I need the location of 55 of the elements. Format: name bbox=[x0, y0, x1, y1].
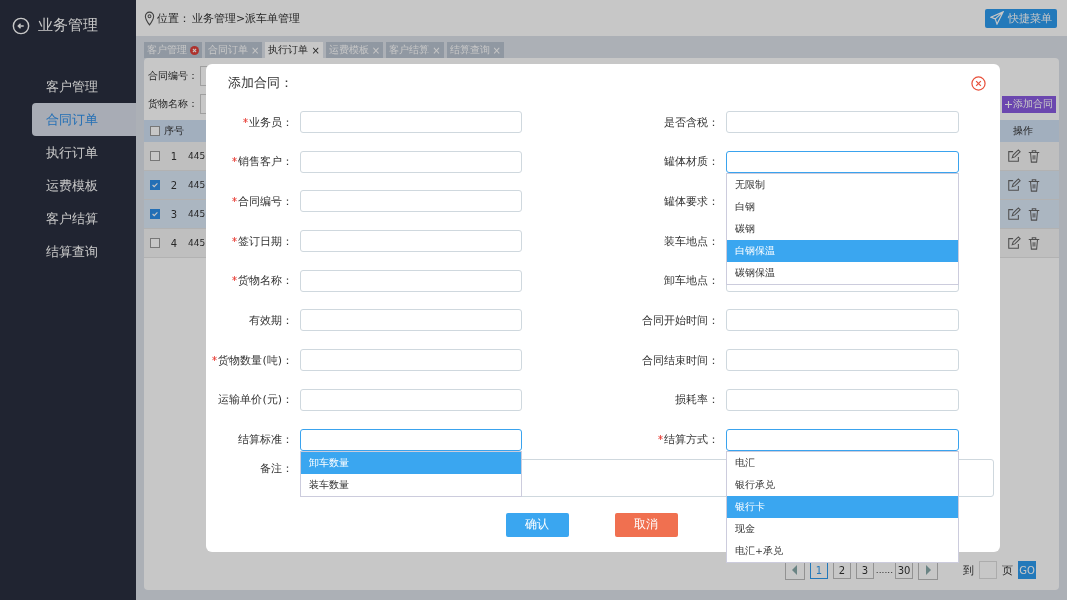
table-cell: 445 bbox=[188, 180, 206, 190]
table-cell: 445 bbox=[188, 209, 206, 219]
field-label: 运输单价(元)： bbox=[218, 392, 293, 408]
field-label: 是否含税： bbox=[664, 114, 719, 130]
dropdown-option[interactable]: 白钢 bbox=[727, 195, 958, 218]
dropdown-option[interactable]: 装车数量 bbox=[301, 473, 521, 496]
breadcrumb: 业务管理>派车单管理 bbox=[192, 10, 301, 26]
sidebar-title: 业务管理 bbox=[38, 16, 98, 35]
dropdown-option[interactable]: 无限制 bbox=[727, 173, 958, 196]
column-header: 操作 bbox=[1013, 124, 1033, 138]
filter-label: 合同编号： bbox=[148, 69, 198, 83]
field-label: 合同编号： bbox=[238, 193, 293, 209]
dropdown-option[interactable]: 现金 bbox=[727, 517, 958, 540]
sidebar-item[interactable]: 客户结算 bbox=[0, 202, 136, 235]
field-label: 合同开始时间： bbox=[642, 312, 719, 328]
sidebar-item[interactable]: 执行订单 bbox=[0, 136, 136, 169]
table-cell-text: 2 bbox=[169, 179, 179, 191]
column-header: 序号 bbox=[164, 124, 184, 138]
dropdown-option[interactable]: 电汇 bbox=[727, 451, 958, 474]
page-label: 页 bbox=[1002, 562, 1013, 578]
dropdown-option[interactable]: 碳钢 bbox=[727, 217, 958, 240]
field-label: 销售客户： bbox=[238, 154, 293, 170]
field-label: 结算标准： bbox=[238, 432, 293, 447]
field-label: 有效期： bbox=[249, 312, 293, 328]
field-label: 结算方式： bbox=[664, 432, 719, 447]
sidebar-item[interactable]: 客户管理 bbox=[0, 70, 136, 103]
field-label: 卸车地点： bbox=[664, 273, 719, 289]
field-label: 装车地点： bbox=[664, 233, 719, 249]
dropdown-option[interactable]: 电汇+承兑 bbox=[727, 539, 958, 562]
filter-label: 货物名称： bbox=[148, 97, 198, 111]
sidebar-item[interactable]: 运费模板 bbox=[0, 169, 136, 202]
page-ellipsis: ...... bbox=[875, 565, 893, 575]
table-cell-text: 3 bbox=[169, 208, 179, 220]
field-label: 签订日期： bbox=[238, 233, 293, 249]
dropdown-option[interactable]: 银行承兑 bbox=[727, 473, 958, 496]
location-label: 位置： bbox=[157, 10, 190, 26]
field-label: 业务员： bbox=[249, 114, 293, 130]
field-label: 货物数量(吨)： bbox=[218, 352, 293, 368]
field-label: 货物名称： bbox=[238, 273, 293, 289]
field-label: 备注： bbox=[259, 460, 294, 477]
table-cell-text: 1 bbox=[169, 150, 179, 162]
add-contract-button[interactable]: 添加合同 bbox=[1002, 95, 1056, 113]
field-label: 罐体要求： bbox=[664, 193, 719, 209]
field-label: 合同结束时间： bbox=[642, 352, 719, 368]
dropdown-option[interactable]: 碳钢保温 bbox=[727, 261, 958, 284]
tab[interactable]: 执行订单 × bbox=[265, 42, 323, 58]
close-icon[interactable]: × bbox=[311, 44, 320, 56]
table-cell: 445 bbox=[188, 151, 206, 161]
field-label: 损耗率： bbox=[675, 392, 719, 408]
table-cell-text: 4 bbox=[169, 237, 179, 249]
goto-label: 到 bbox=[963, 562, 974, 578]
field-label: 罐体材质： bbox=[664, 154, 719, 170]
dialog-title: 添加合同： bbox=[228, 74, 293, 92]
table-cell: 445 bbox=[188, 238, 206, 248]
sidebar-item[interactable]: 结算查询 bbox=[0, 235, 136, 268]
